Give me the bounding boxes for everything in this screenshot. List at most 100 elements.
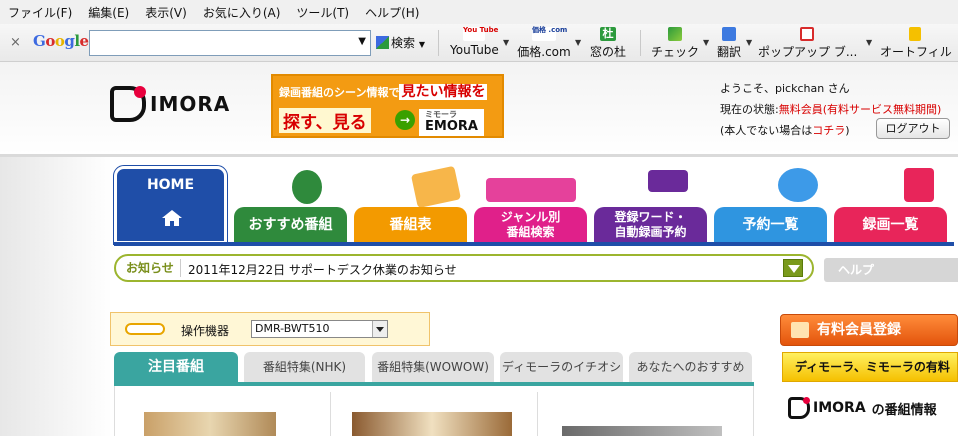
tab-special-nhk[interactable]: 番組特集(NHK): [244, 352, 365, 382]
youtube-icon: You Tube: [463, 27, 498, 41]
tv-guide-icon: [410, 165, 462, 209]
program-thumbnail[interactable]: [144, 412, 276, 436]
check-button[interactable]: チェック: [651, 27, 699, 60]
nav-tab-label: 番組表: [389, 216, 432, 233]
paid-promo-button[interactable]: ディモーラ、ミモーラの有料: [782, 352, 958, 382]
google-logo: Google: [33, 32, 89, 50]
site-header: IMORA 録画番組のシーン情報で 見たい情報を 探す、見る → ミモーラ EMOR…: [0, 62, 958, 154]
kakaku-button[interactable]: 価格 .com 価格.com: [516, 27, 572, 60]
device-label: 操作機器: [181, 324, 230, 338]
madonomori-icon: 杜: [600, 27, 616, 41]
menu-bar: ファイル(F) 編集(E) 表示(V) お気に入り(A) ツール(T) ヘルプ(…: [0, 0, 958, 24]
nav-home-tab[interactable]: HOME: [113, 165, 228, 245]
dropdown-arrow-icon[interactable]: ▼: [703, 38, 709, 47]
search-button[interactable]: 検索 ▼: [376, 34, 425, 51]
kakaku-icon-label: 価格 .com: [532, 26, 568, 34]
tab-label: 番組特集(WOWOW): [377, 360, 489, 374]
banner-line2: 探す、見る: [279, 108, 371, 133]
welcome-greeting: ようこそ、pickchan さん: [720, 82, 850, 95]
dimora-program-info-heading: IMORA の番組情報: [788, 397, 937, 419]
tab-for-you[interactable]: あなたへのおすすめ: [629, 352, 752, 382]
tab-label: あなたへのおすすめ: [636, 360, 745, 374]
dropdown-arrow-icon[interactable]: ▼: [866, 38, 872, 47]
google-toolbar: × Google ▼ 検索 ▼ You Tube YouTube ▼ 価格 .c…: [0, 24, 958, 62]
page-gutter: [0, 157, 112, 436]
madonomori-label: 窓の杜: [589, 45, 626, 59]
translate-icon: [722, 27, 736, 41]
paid-membership-button[interactable]: 有料会員登録: [780, 314, 958, 346]
menu-file[interactable]: ファイル(F): [0, 4, 80, 21]
search-input[interactable]: ▼: [89, 30, 371, 56]
nav-tab-genre-search[interactable]: ジャンル別 番組検索: [474, 207, 587, 243]
nav-tab-recordings[interactable]: 録画一覧: [834, 207, 947, 243]
nav-tab-auto-record[interactable]: 登録ワード・ 自動録画予約: [594, 207, 707, 243]
notice-text[interactable]: 2011年12月22日 サポートデスク休業のお知らせ: [188, 261, 457, 278]
chevron-down-icon[interactable]: [783, 259, 803, 277]
dropdown-arrow-icon[interactable]: ▼: [503, 38, 509, 47]
device-select[interactable]: DMR-BWT510: [251, 320, 388, 338]
check-icon: [668, 27, 682, 41]
menu-favorites[interactable]: お気に入り(A): [195, 4, 289, 21]
nav-tab-reservations[interactable]: 予約一覧: [714, 207, 827, 243]
help-button[interactable]: ヘルプ: [824, 258, 958, 282]
nav-tab-label: 登録ワード・ 自動録画予約: [614, 210, 687, 239]
close-icon[interactable]: ×: [10, 35, 21, 50]
not-you-suffix: ): [845, 124, 850, 137]
tab-dimora-pick[interactable]: ディモーラのイチオシ: [500, 352, 623, 382]
program-thumbnail[interactable]: [352, 412, 512, 436]
nav-home-label: HOME: [146, 177, 195, 193]
madonomori-button[interactable]: 杜 窓の杜: [588, 27, 628, 60]
page-content: IMORA 録画番組のシーン情報で 見たい情報を 探す、見る → ミモーラ EMOR…: [0, 62, 958, 436]
column-divider: [330, 392, 331, 436]
youtube-button[interactable]: You Tube YouTube: [450, 27, 499, 58]
nav-tab-label: 録画一覧: [862, 216, 919, 233]
recorder-icon: [125, 323, 165, 335]
autofill-button[interactable]: オートフィル: [880, 27, 952, 60]
program-info-label: の番組情報: [871, 402, 937, 418]
nav-tab-recommended[interactable]: おすすめ番組: [234, 207, 347, 243]
check-label: チェック: [651, 45, 700, 59]
member-status-value: 無料会員(有料サービス無料期間): [778, 103, 942, 116]
memora-logo-text: EMORA: [425, 119, 478, 134]
popup-block-button[interactable]: ポップアップ ブ...: [758, 27, 857, 60]
menu-help[interactable]: ヘルプ(H): [357, 4, 427, 21]
tab-featured[interactable]: 注目番組: [114, 352, 238, 382]
autofill-icon: [909, 27, 921, 41]
tab-special-wowow[interactable]: 番組特集(WOWOW): [372, 352, 494, 382]
dropdown-arrow-icon[interactable]: ▼: [358, 36, 366, 47]
logout-button[interactable]: ログアウト: [876, 118, 950, 139]
member-status-label: 現在の状態:: [720, 103, 779, 116]
nav-tab-label: おすすめ番組: [248, 216, 333, 233]
arrow-right-icon: →: [395, 110, 415, 130]
genre-icon: [486, 178, 576, 202]
dimora-logo[interactable]: IMORA: [110, 86, 230, 122]
device-select-value: DMR-BWT510: [255, 322, 330, 335]
not-you-link[interactable]: コチラ: [812, 124, 845, 137]
dimora-logo-mark: [788, 397, 810, 419]
madonomori-icon-label: 杜: [602, 27, 614, 40]
banner-headline: 録画番組のシーン情報で 見たい情報を: [279, 81, 488, 101]
menu-view[interactable]: 表示(V): [137, 4, 195, 21]
autofill-label: オートフィル: [880, 45, 952, 59]
toolbar-divider: [438, 30, 439, 56]
nav-tab-tv-guide[interactable]: 番組表: [354, 207, 467, 243]
memora-banner[interactable]: 録画番組のシーン情報で 見たい情報を 探す、見る → ミモーラ EMORA: [271, 74, 504, 138]
menu-tools[interactable]: ツール(T): [288, 4, 357, 21]
nav-tab-label: ジャンル別 番組検索: [500, 210, 561, 239]
auto-record-icon: [648, 170, 688, 192]
dropdown-arrow-icon[interactable]: ▼: [575, 38, 581, 47]
nav-underline: [114, 242, 954, 246]
notice-bar: お知らせ 2011年12月22日 サポートデスク休業のお知らせ: [114, 254, 814, 282]
youtube-icon-label: You Tube: [463, 26, 499, 34]
program-thumbnail[interactable]: [562, 426, 722, 436]
dimora-logo-text: IMORA: [813, 400, 866, 416]
notice-label: お知らせ: [120, 259, 181, 277]
tab-label: 番組特集(NHK): [262, 360, 347, 374]
chevron-down-icon[interactable]: [372, 321, 387, 337]
header-divider: [0, 154, 958, 157]
menu-edit[interactable]: 編集(E): [80, 4, 137, 21]
reservation-icon: [778, 168, 818, 202]
dimora-logo-text: IMORA: [150, 92, 231, 116]
translate-button[interactable]: 翻訳: [713, 27, 745, 60]
dropdown-arrow-icon[interactable]: ▼: [746, 38, 752, 47]
